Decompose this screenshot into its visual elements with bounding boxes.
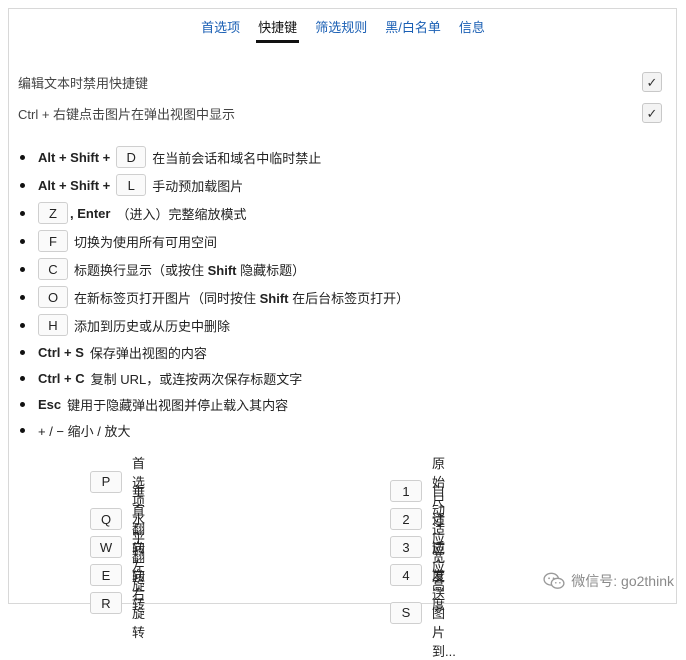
shortcut-list: Alt + Shift + D 在当前会话和域名中临时禁止 Alt + Shif… xyxy=(20,143,658,443)
shortcut-item: C 标题换行显示（或按住 Shift 隐藏标题） xyxy=(20,255,658,283)
shortcut-combo: Esc xyxy=(38,396,62,412)
shortcut-item: Alt + Shift + D 在当前会话和域名中临时禁止 xyxy=(20,143,658,171)
tab-preferences[interactable]: 首选项 xyxy=(199,17,242,43)
shortcut-desc: + / − 缩小 / 放大 xyxy=(38,423,131,439)
shortcut-combo: Alt + Shift + xyxy=(38,149,111,165)
shortcut-desc: 添加到历史或从历史中删除 xyxy=(74,318,231,334)
shortcut-desc: （进入）完整缩放模式 xyxy=(116,206,247,222)
shortcut-desc: 在当前会话和域名中临时禁止 xyxy=(152,150,322,166)
watermark: 微信号: go2think xyxy=(543,571,674,591)
wechat-icon xyxy=(543,572,565,589)
key-cap: F xyxy=(38,230,68,252)
shortcut-item: + / − 缩小 / 放大 xyxy=(20,417,658,443)
shortcut-desc: 切换为使用所有可用空间 xyxy=(74,234,218,250)
key-cap: R xyxy=(90,592,122,614)
option-ctrl-rightclick-popup: Ctrl + 右键点击图片在弹出视图中显示 ✓ xyxy=(18,102,668,124)
option-label: Ctrl + 右键点击图片在弹出视图中显示 xyxy=(18,106,236,122)
shortcut-desc: 键用于隐藏弹出视图并停止载入其内容 xyxy=(67,397,289,413)
option-checkbox[interactable]: ✓ xyxy=(642,103,662,123)
tab-bar: 首选项 快捷键 筛选规则 黑/白名单 信息 xyxy=(0,17,686,43)
key-cap: C xyxy=(38,258,68,280)
key-cap: L xyxy=(116,174,147,196)
zoom-key-row: R 向右旋转 xyxy=(90,565,145,641)
option-checkbox[interactable]: ✓ xyxy=(642,72,662,92)
shortcut-desc: 在新标签页打开图片（同时按住 Shift 在后台标签页打开） xyxy=(74,290,410,306)
shortcut-item: Z , Enter （进入）完整缩放模式 xyxy=(20,199,658,227)
tab-info[interactable]: 信息 xyxy=(457,17,487,43)
tab-shortcuts[interactable]: 快捷键 xyxy=(256,17,300,43)
shortcut-combo: Alt + Shift + xyxy=(38,177,111,193)
shortcut-combo: , Enter xyxy=(70,205,111,221)
shortcut-combo: Ctrl + C xyxy=(38,370,85,386)
option-disable-shortcuts-when-editing: 编辑文本时禁用快捷键 ✓ xyxy=(18,71,668,93)
key-cap: O xyxy=(38,286,68,308)
key-cap: H xyxy=(38,314,68,336)
shortcut-item: Ctrl + S 保存弹出视图的内容 xyxy=(20,339,658,365)
option-label: 编辑文本时禁用快捷键 xyxy=(18,75,149,91)
check-icon: ✓ xyxy=(646,74,658,90)
shortcut-combo: Ctrl + S xyxy=(38,344,84,360)
watermark-text: 微信号: go2think xyxy=(571,573,674,589)
shortcut-item: F 切换为使用所有可用空间 xyxy=(20,227,658,255)
shortcut-desc: 手动预加载图片 xyxy=(152,178,244,194)
shortcut-item: H 添加到历史或从历史中删除 xyxy=(20,311,658,339)
shortcut-desc: 标题换行显示（或按住 Shift 隐藏标题） xyxy=(74,262,306,278)
key-cap: Z xyxy=(38,202,68,224)
key-cap: D xyxy=(116,146,147,168)
tab-black-white-list[interactable]: 黑/白名单 xyxy=(383,17,443,43)
shortcut-desc: 保存弹出视图的内容 xyxy=(89,345,207,361)
shortcut-item: Ctrl + C 复制 URL，或连按两次保存标题文字 xyxy=(20,365,658,391)
shortcut-item: Esc 键用于隐藏弹出视图并停止载入其内容 xyxy=(20,391,658,417)
shortcut-item: O 在新标签页打开图片（同时按住 Shift 在后台标签页打开） xyxy=(20,283,658,311)
check-icon: ✓ xyxy=(646,105,658,121)
zoom-key-label: 向右旋转 xyxy=(132,568,146,640)
tab-filter-rules[interactable]: 筛选规则 xyxy=(313,17,369,43)
shortcut-desc: 复制 URL，或连按两次保存标题文字 xyxy=(90,371,303,387)
shortcut-item: Alt + Shift + L 手动预加载图片 xyxy=(20,171,658,199)
